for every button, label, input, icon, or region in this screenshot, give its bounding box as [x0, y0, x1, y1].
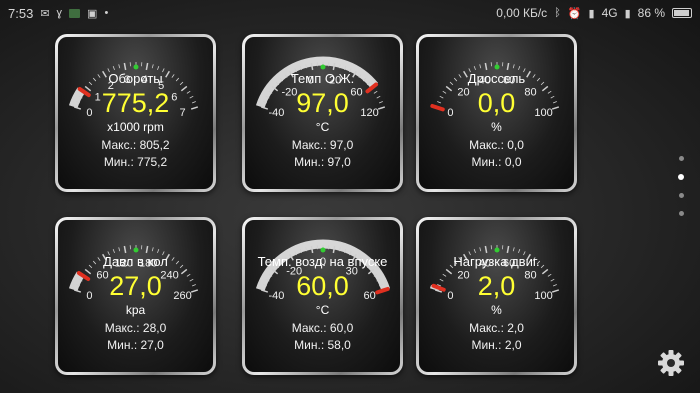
- gauge-tick: [518, 249, 521, 254]
- gauge-unit: °C: [315, 120, 330, 134]
- gauge-tick: [123, 62, 127, 71]
- gauge-title: Обороты: [108, 71, 163, 86]
- cell-signal-icon: ▮: [588, 7, 595, 20]
- gauge-tick: [506, 62, 510, 71]
- network-speed: 0,00 КБ/с: [496, 6, 548, 20]
- gauge-title: Давл в кол: [103, 254, 168, 269]
- gauge-tick: [157, 66, 160, 71]
- gauge-iat[interactable]: -40 -20 0 30 60 Темп. возд. на впуске 60,0 °…: [242, 217, 403, 375]
- gauge-tick: [518, 66, 521, 71]
- gauge-tick: [157, 249, 160, 254]
- status-time: 7:53: [8, 5, 34, 21]
- gauge-value: 27,0: [109, 271, 162, 301]
- gauge-rpm[interactable]: 01234567 Обороты 775,2 x1000 rpm Макс.: …: [55, 34, 216, 192]
- gauge-tick: [151, 64, 154, 69]
- page-indicator[interactable]: [677, 156, 685, 216]
- signal-notification-icon: ɣ: [56, 7, 63, 19]
- gauge-value: 97,0: [296, 88, 349, 118]
- gauge-throttle[interactable]: 0 20 40 60 80 100 Дроссель 0,0 % Макс.: 0,0 М…: [416, 34, 577, 192]
- gauge-unit: °C: [315, 303, 330, 317]
- gauge-tick: [473, 249, 476, 254]
- gauge-title: Дроссель: [467, 71, 526, 86]
- page-dot[interactable]: [678, 211, 684, 216]
- gauge-min: Мин.: 27,0: [107, 338, 164, 352]
- gauge-tick: [479, 64, 482, 69]
- gauge-tick: [151, 247, 154, 252]
- notification-icon: ✉: [40, 7, 50, 20]
- page-dot[interactable]: [678, 156, 684, 161]
- gauge-tick: [512, 64, 515, 69]
- gauge-tick: [473, 66, 476, 71]
- network-type: 4G: [601, 6, 618, 20]
- gauge-value: 0,0: [477, 88, 516, 118]
- gauge-tick: [479, 247, 482, 252]
- gauge-tick: [506, 245, 510, 254]
- gauge-tick: [123, 245, 127, 254]
- gauge-tick: [145, 245, 149, 254]
- gauge-min: Мин.: 97,0: [294, 155, 351, 169]
- gauge-tick: [484, 245, 488, 254]
- gauge-max: Макс.: 805,2: [101, 138, 170, 152]
- gauge-unit: kpa: [125, 303, 146, 317]
- gauge-min: Мин.: 2,0: [471, 338, 522, 352]
- gauge-title: Темп. возд. на впуске: [257, 254, 388, 269]
- gauge-tick: [118, 64, 121, 69]
- gauge-title: Нагрузка двиг.: [453, 254, 540, 269]
- gauge-tick: [118, 247, 121, 252]
- gauge-value: 2,0: [477, 271, 516, 301]
- gauge-tick: [145, 62, 149, 71]
- gauge-tick: [484, 62, 488, 71]
- screenshot-notification-icon: ▣: [87, 7, 98, 20]
- gauge-unit: x1000 rpm: [107, 120, 164, 134]
- cell-signal-2-icon: ▮: [624, 7, 631, 20]
- app-notification-icon: [69, 8, 81, 18]
- bluetooth-icon: ᛒ: [554, 7, 561, 19]
- gauge-max: Макс.: 0,0: [469, 138, 524, 152]
- gauge-min: Мин.: 775,2: [103, 155, 168, 169]
- gauge-unit: %: [491, 120, 502, 134]
- gauge-center-marker: [494, 247, 500, 253]
- gear-icon: [658, 350, 684, 376]
- gauge-center-marker: [320, 247, 326, 253]
- gauge-max: Макс.: 28,0: [104, 321, 167, 335]
- gauge-max: Макс.: 2,0: [469, 321, 524, 335]
- gauge-tick: [112, 66, 115, 71]
- battery-percent: 86 %: [637, 6, 665, 20]
- gauge-center-marker: [133, 64, 139, 70]
- gauge-coolant[interactable]: -40 -20 0 20 60 120 Темп О.Ж. 97,0 °C Макс.: …: [242, 34, 403, 192]
- more-notifications-icon: •: [104, 7, 109, 19]
- status-bar: 7:53 ✉ ɣ ▣ • 0,00 КБ/с ᛒ ⏰ ▮ 4G ▮ 86 %: [0, 0, 700, 26]
- gauge-tick: [512, 247, 515, 252]
- gauge-min: Мин.: 58,0: [294, 338, 351, 352]
- gauge-center-marker: [494, 64, 500, 70]
- page-dot[interactable]: [678, 193, 684, 198]
- gauge-max: Макс.: 60,0: [291, 321, 354, 335]
- gauge-tick: [112, 249, 115, 254]
- gauge-map[interactable]: 0 60 120 180 240 260 Давл в кол 27,0 kpa Макс…: [55, 217, 216, 375]
- battery-icon: [672, 8, 692, 18]
- page-dot-active[interactable]: [678, 174, 684, 180]
- alarm-icon: ⏰: [567, 7, 582, 20]
- settings-button[interactable]: [653, 345, 689, 381]
- gauge-value: 60,0: [296, 271, 349, 301]
- gauge-load[interactable]: 0 20 40 60 80 100 Нагрузка двиг. 2,0 % Макс.:…: [416, 217, 577, 375]
- gauge-center-marker: [320, 64, 326, 70]
- gauge-center-marker: [133, 247, 139, 253]
- gauge-unit: %: [491, 303, 502, 317]
- gauge-value: 775,2: [101, 88, 170, 118]
- gauge-max: Макс.: 97,0: [291, 138, 354, 152]
- gauge-min: Мин.: 0,0: [471, 155, 522, 169]
- gauge-title: Темп О.Ж.: [290, 71, 355, 86]
